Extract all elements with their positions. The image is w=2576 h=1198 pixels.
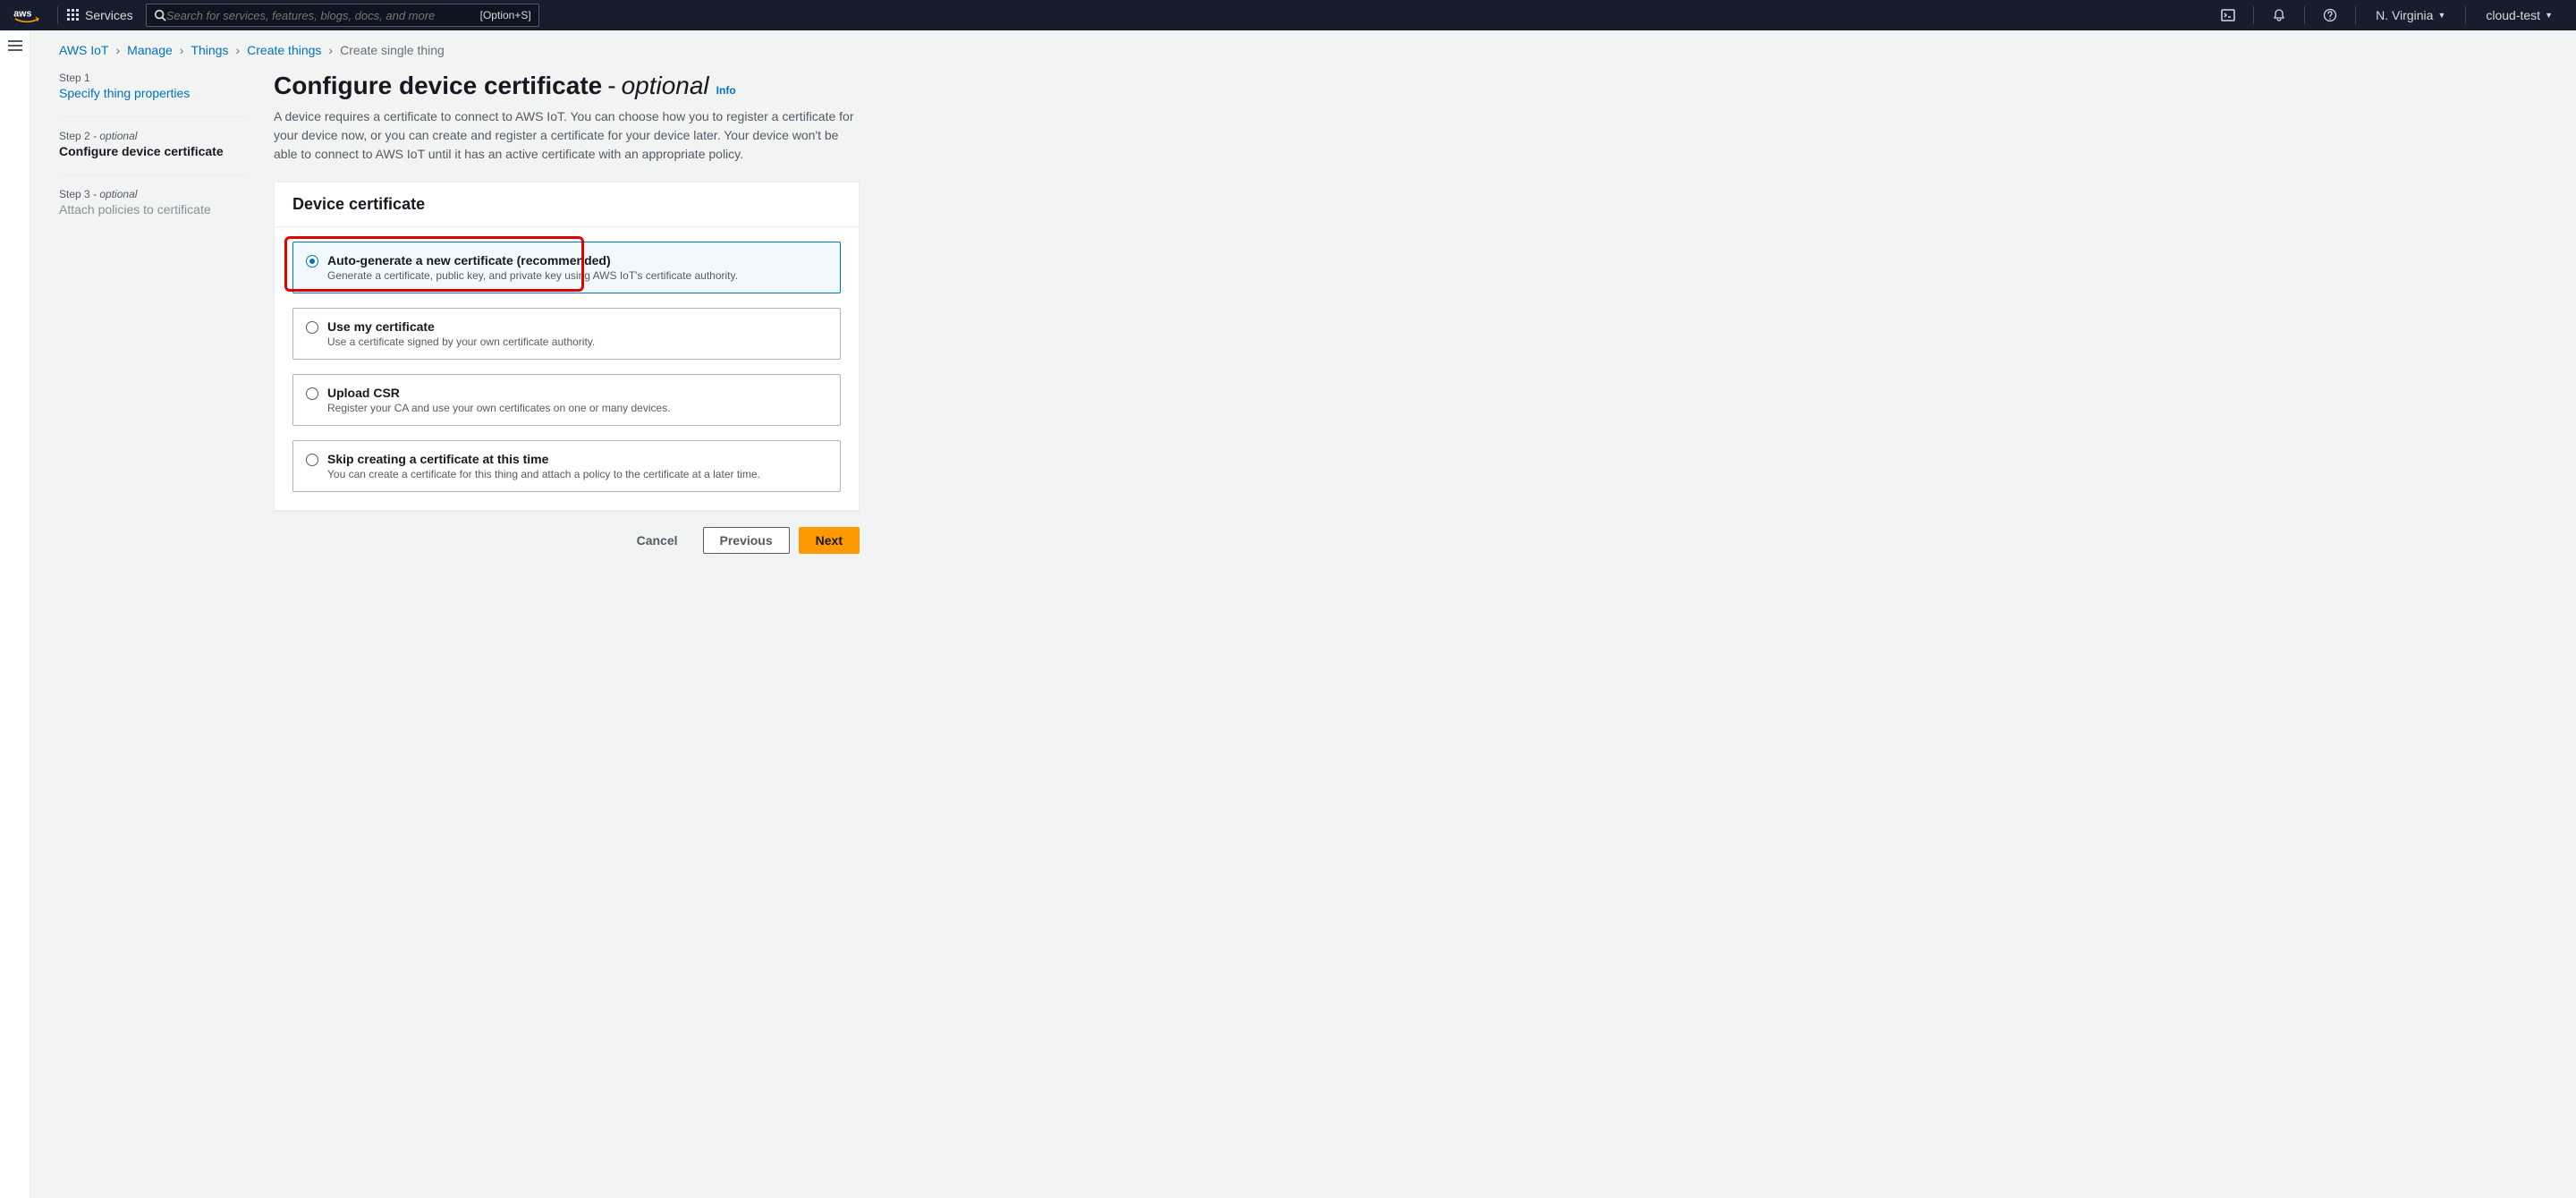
notifications-icon[interactable] — [2263, 8, 2295, 22]
top-nav: aws Services [Option+S] N. Virginia ▼ — [0, 0, 2576, 30]
breadcrumb-current: Create single thing — [340, 43, 445, 57]
chevron-right-icon: › — [328, 43, 333, 57]
search-input[interactable] — [166, 9, 480, 22]
chevron-right-icon: › — [116, 43, 121, 57]
caret-down-icon: ▼ — [2437, 11, 2445, 20]
divider — [2253, 6, 2254, 24]
radio-icon[interactable] — [306, 255, 318, 268]
step-label: Step 1 — [59, 72, 247, 84]
page-title: Configure device certificate - optional … — [274, 72, 860, 100]
account-menu[interactable]: cloud-test ▼ — [2475, 8, 2563, 22]
step-name[interactable]: Specify thing properties — [59, 86, 247, 100]
option-desc: Generate a certificate, public key, and … — [327, 269, 738, 282]
divider — [59, 174, 247, 175]
step-label: Step 3 - optional — [59, 188, 247, 200]
region-selector[interactable]: N. Virginia ▼ — [2365, 8, 2456, 22]
divider — [2465, 6, 2466, 24]
services-menu-button[interactable]: Services — [67, 8, 133, 22]
grid-icon — [67, 9, 80, 21]
hamburger-icon[interactable] — [8, 39, 22, 1198]
services-label: Services — [85, 8, 133, 22]
radio-icon[interactable] — [306, 454, 318, 466]
region-label: N. Virginia — [2376, 8, 2433, 22]
svg-text:aws: aws — [13, 9, 31, 20]
device-certificate-panel: Device certificate Auto-generate a new c… — [274, 182, 860, 511]
radio-icon[interactable] — [306, 321, 318, 334]
option-title: Upload CSR — [327, 386, 671, 400]
wizard-step-1[interactable]: Step 1 Specify thing properties — [59, 72, 247, 100]
search-box[interactable]: [Option+S] — [146, 4, 539, 27]
breadcrumb-link[interactable]: Manage — [127, 43, 173, 57]
cert-option-auto-generate[interactable]: Auto-generate a new certificate (recomme… — [292, 242, 841, 293]
info-link[interactable]: Info — [716, 84, 736, 97]
breadcrumb-link[interactable]: Create things — [247, 43, 321, 57]
search-shortcut: [Option+S] — [480, 9, 531, 21]
option-desc: You can create a certificate for this th… — [327, 468, 760, 480]
option-desc: Register your CA and use your own certif… — [327, 402, 671, 414]
option-desc: Use a certificate signed by your own cer… — [327, 336, 595, 348]
divider — [59, 116, 247, 117]
option-title: Skip creating a certificate at this time — [327, 452, 760, 466]
breadcrumb-link[interactable]: Things — [191, 43, 228, 57]
wizard-actions: Cancel Previous Next — [274, 527, 860, 554]
next-button[interactable]: Next — [799, 527, 860, 554]
cert-option-upload-csr[interactable]: Upload CSR Register your CA and use your… — [292, 374, 841, 426]
chevron-right-icon: › — [235, 43, 240, 57]
step-name: Configure device certificate — [59, 144, 247, 158]
page-description: A device requires a certificate to conne… — [274, 107, 855, 164]
cert-option-skip[interactable]: Skip creating a certificate at this time… — [292, 440, 841, 492]
caret-down-icon: ▼ — [2545, 11, 2553, 20]
search-icon — [154, 9, 166, 21]
previous-button[interactable]: Previous — [703, 527, 790, 554]
account-label: cloud-test — [2486, 8, 2540, 22]
aws-logo[interactable]: aws — [13, 7, 41, 23]
step-label: Step 2 - optional — [59, 130, 247, 142]
chevron-right-icon: › — [180, 43, 184, 57]
breadcrumb: AWS IoT › Manage › Things › Create thing… — [59, 43, 2555, 57]
left-rail — [0, 30, 30, 1198]
breadcrumb-link[interactable]: AWS IoT — [59, 43, 109, 57]
divider — [2355, 6, 2356, 24]
option-title: Auto-generate a new certificate (recomme… — [327, 253, 738, 268]
option-title: Use my certificate — [327, 319, 595, 334]
step-name: Attach policies to certificate — [59, 202, 247, 217]
cloudshell-icon[interactable] — [2212, 8, 2244, 22]
wizard-step-3: Step 3 - optional Attach policies to cer… — [59, 188, 247, 217]
cancel-button[interactable]: Cancel — [621, 527, 694, 554]
cert-option-use-my-certificate[interactable]: Use my certificate Use a certificate sig… — [292, 308, 841, 360]
radio-icon[interactable] — [306, 387, 318, 400]
wizard-step-2: Step 2 - optional Configure device certi… — [59, 130, 247, 158]
panel-header: Device certificate — [275, 183, 859, 227]
divider — [2304, 6, 2305, 24]
wizard-steps: Step 1 Specify thing properties Step 2 -… — [59, 72, 247, 554]
help-icon[interactable] — [2314, 8, 2346, 22]
divider — [57, 6, 58, 24]
